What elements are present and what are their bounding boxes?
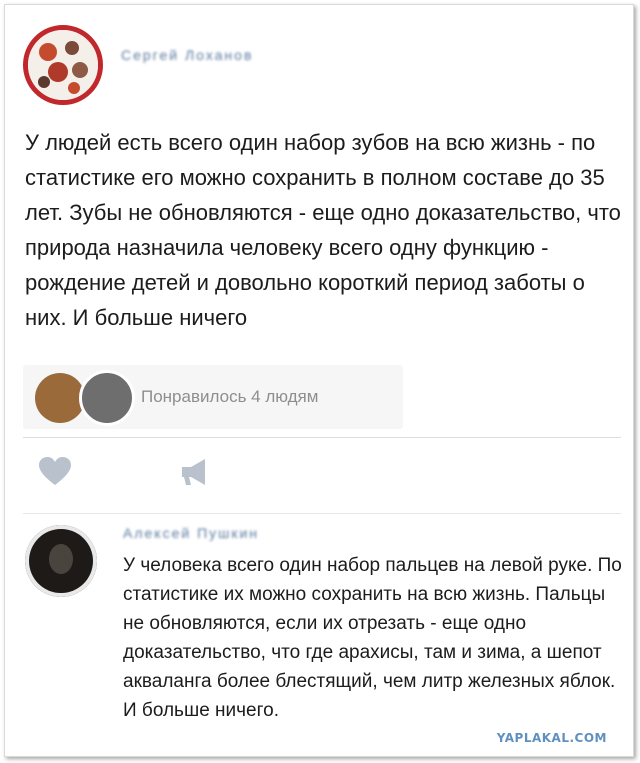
likes-count-text[interactable]: Понравилось 4 людям: [141, 387, 318, 407]
post-author-avatar[interactable]: [23, 25, 103, 105]
comment-text: У человека всего один набор пальцев на л…: [123, 555, 622, 721]
heart-icon: [39, 457, 71, 485]
watermark: YAPLAKAL.COM: [496, 731, 607, 745]
likes-summary[interactable]: Понравилось 4 людям: [23, 365, 403, 429]
screenshot-frame: Сергей Лоханов У людей есть всего один н…: [4, 4, 634, 757]
comment-author-avatar[interactable]: [25, 525, 97, 597]
megaphone-icon: [182, 459, 205, 485]
share-button[interactable]: [179, 457, 211, 492]
post-author-name[interactable]: Сергей Лоханов: [121, 47, 253, 63]
liker-avatar[interactable]: [79, 370, 135, 426]
post-header: Сергей Лоханов: [23, 25, 623, 105]
divider: [23, 513, 621, 514]
divider: [23, 437, 621, 438]
post-text: У людей есть всего один набор зубов на в…: [25, 130, 621, 330]
liker-avatar[interactable]: [35, 373, 85, 423]
comment-author-name[interactable]: Алексей Пушкин: [123, 525, 259, 541]
like-button[interactable]: [39, 457, 71, 492]
avatar-image: [28, 30, 98, 100]
avatar-image: [25, 525, 97, 597]
